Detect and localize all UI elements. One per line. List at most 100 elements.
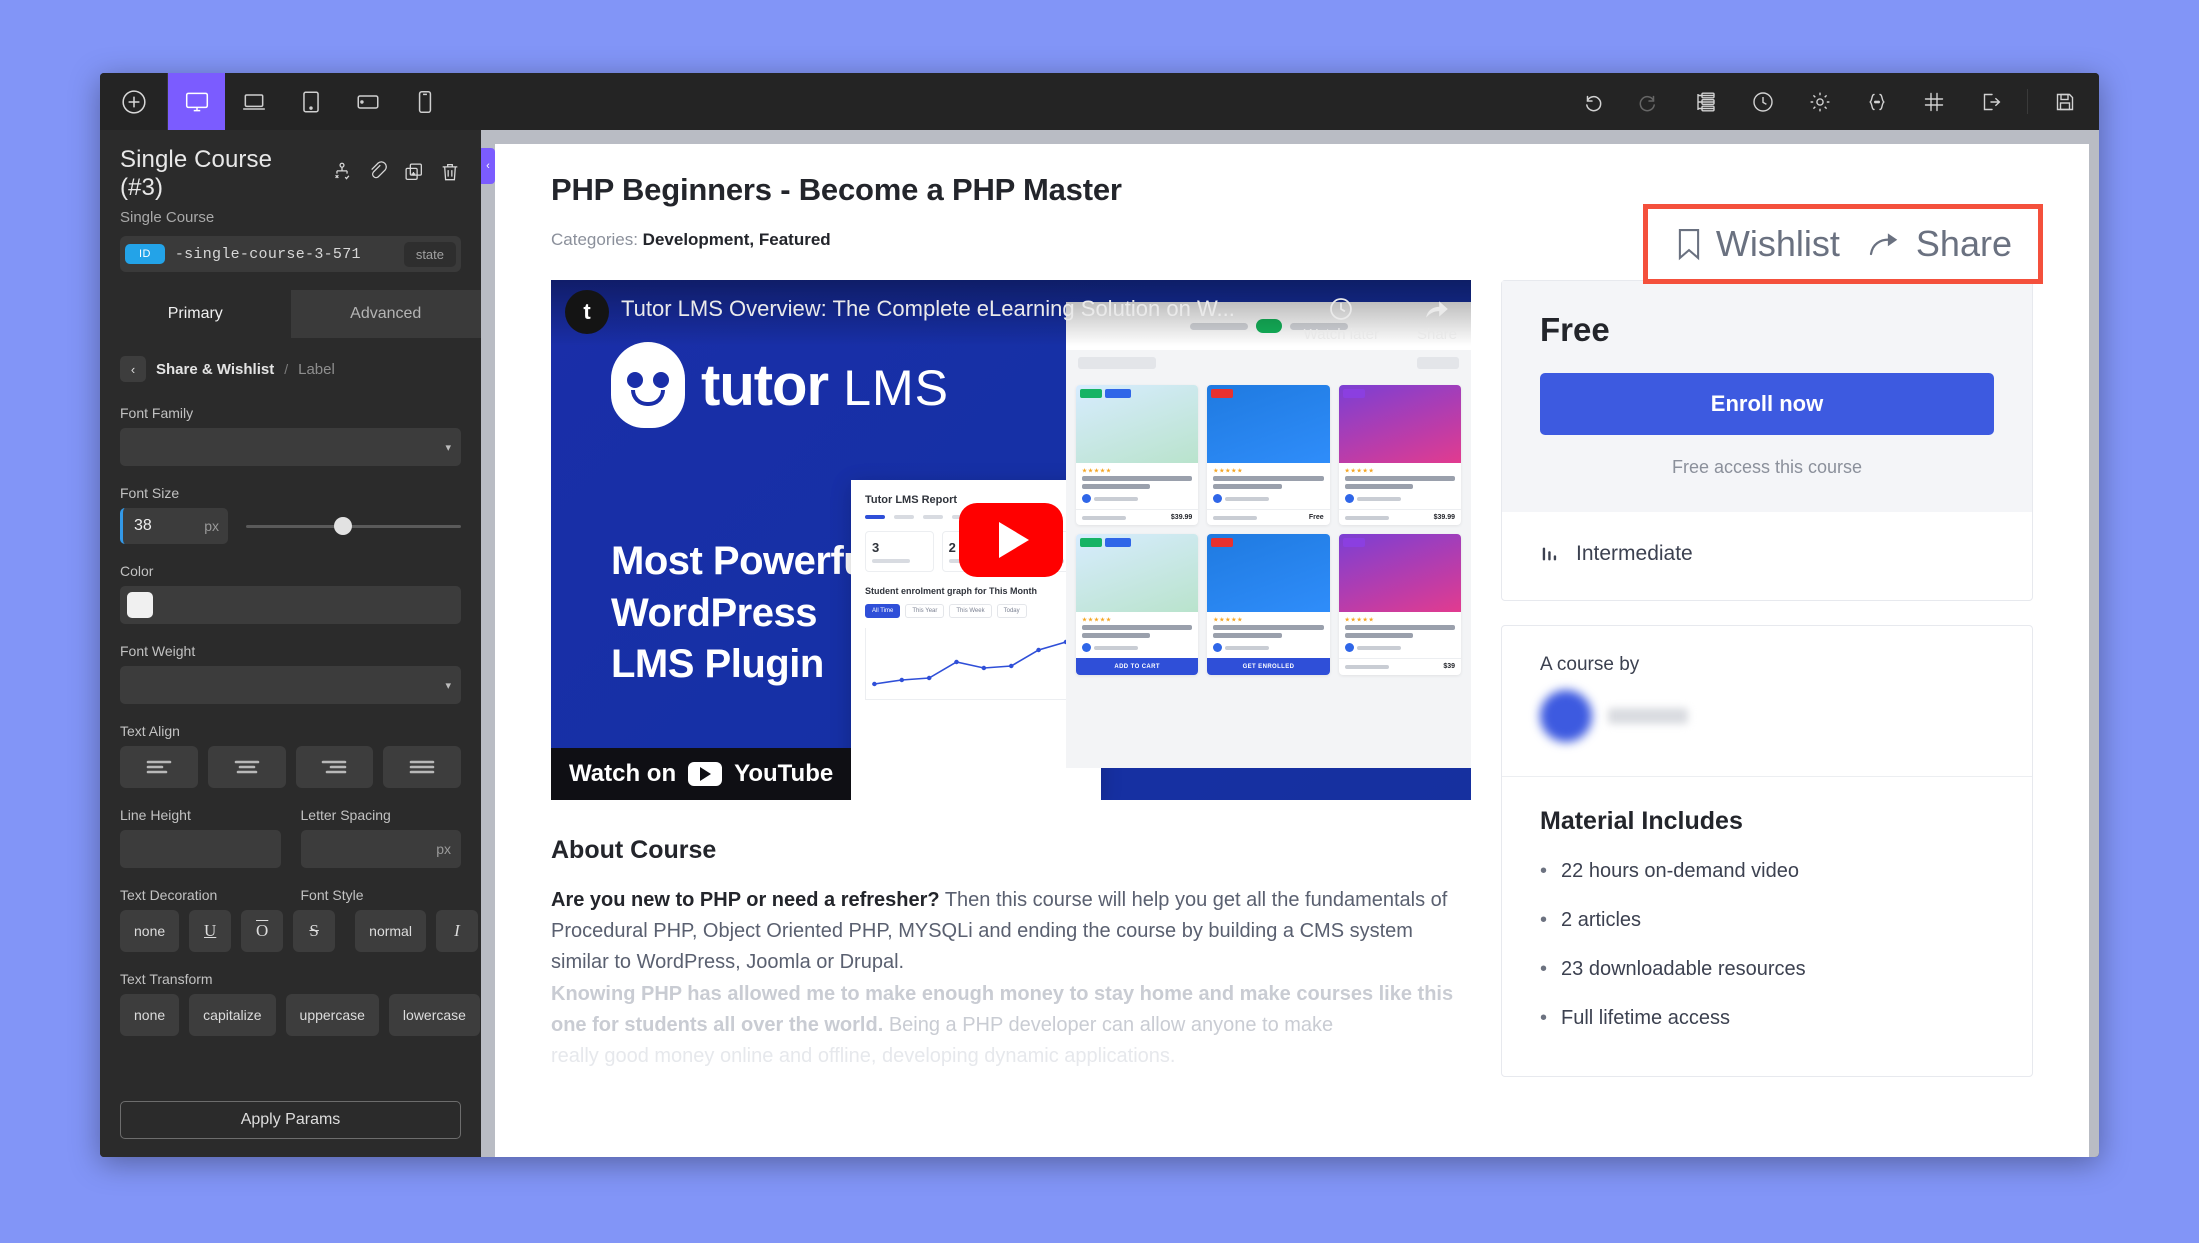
course-video-embed[interactable]: t Tutor LMS Overview: The Complete eLear… [551, 280, 1471, 800]
free-access-note: Free access this course [1671, 457, 1863, 477]
style-italic-button[interactable]: I [435, 910, 478, 952]
mock-course-card: GET ENROLLED [1207, 534, 1330, 675]
font-weight-label: Font Weight [120, 643, 196, 659]
slider-knob[interactable] [333, 517, 352, 535]
device-tablet-landscape-button[interactable] [339, 73, 396, 130]
chevron-down-icon: ▾ [445, 441, 451, 454]
apply-params-button[interactable]: Apply Params [120, 1101, 461, 1139]
text-align-group [120, 746, 461, 788]
chip-all-time[interactable]: All Time [865, 604, 901, 618]
font-family-label: Font Family [120, 405, 194, 421]
level-bars-icon [1542, 547, 1557, 561]
undo-icon[interactable] [1563, 73, 1620, 130]
mock-add-to-cart-button[interactable]: ADD TO CART [1076, 658, 1199, 675]
share-button[interactable]: Share [1868, 223, 2012, 265]
align-right-button[interactable] [295, 746, 374, 788]
device-mobile-button[interactable] [396, 73, 453, 130]
device-desktop-button[interactable] [168, 73, 225, 130]
watch-on-youtube-button[interactable]: Watch on YouTube [551, 748, 852, 800]
chip-this-week[interactable]: This Week [949, 604, 992, 618]
code-braces-icon[interactable] [1848, 73, 1905, 130]
decoration-overline-button[interactable]: O [241, 910, 284, 952]
clock-icon [1330, 298, 1353, 320]
instructor-material-card: A course by Material Includes • 22 hours… [1501, 625, 2033, 1077]
line-height-input[interactable] [120, 830, 281, 868]
decoration-none-button[interactable]: none [120, 910, 180, 952]
video-share-label: Share [1416, 326, 1457, 343]
state-chip[interactable]: state [403, 241, 456, 267]
mock-filterbar [1066, 350, 1471, 376]
mock-card-grid: $39.99 Free $39.99 ADD TO CART GET ENROL… [1066, 376, 1471, 684]
watch-on-label: Watch on [569, 760, 677, 787]
font-weight-select[interactable]: ▾ [120, 666, 461, 704]
element-id-field[interactable]: ID -single-course-3-571 state [120, 236, 461, 272]
settings-gear-icon[interactable] [1791, 73, 1848, 130]
canvas-area: ‹ PHP Beginners - Become a PHP Master Ca… [481, 130, 2099, 1157]
letter-spacing-input[interactable]: px [300, 830, 461, 868]
save-icon[interactable] [2036, 73, 2093, 130]
align-justify-button[interactable] [383, 746, 461, 788]
panel-footer: Apply Params [100, 1087, 481, 1157]
device-tablet-button[interactable] [282, 73, 339, 130]
align-left-button[interactable] [120, 746, 198, 788]
chip-this-year[interactable]: This Year [905, 604, 945, 618]
about-paragraph-1: Are you new to PHP or need a refresher? … [551, 885, 1471, 979]
font-size-slider[interactable] [246, 517, 461, 535]
transform-lowercase-button[interactable]: lowercase [388, 994, 480, 1036]
device-laptop-button[interactable] [225, 73, 282, 130]
share-arrow-icon [1869, 233, 1898, 256]
material-item-text: 22 hours on-demand video [1561, 860, 1799, 882]
panel-title-row: Single Course (#3) [120, 146, 461, 202]
mock-course-card: $39 [1338, 534, 1461, 675]
decoration-underline-button[interactable]: U [189, 910, 232, 952]
color-swatch[interactable] [127, 592, 153, 618]
duplicate-icon[interactable] [403, 161, 425, 188]
font-size-input[interactable]: 38 px [120, 508, 228, 544]
tab-advanced[interactable]: Advanced [291, 290, 482, 338]
delete-trash-icon[interactable] [439, 161, 461, 188]
breadcrumb-parent[interactable]: Share & Wishlist [156, 361, 274, 378]
wishlist-button[interactable]: Wishlist [1674, 223, 1840, 265]
share-label: Share [1915, 223, 2012, 264]
line-height-spacing-row: Line Height Letter Spacing px [120, 788, 461, 868]
panel-collapse-handle[interactable]: ‹ [481, 148, 495, 184]
material-item-text: 23 downloadable resources [1561, 958, 1806, 980]
material-includes-heading: Material Includes [1540, 807, 1743, 835]
font-size-label: Font Size [120, 485, 180, 501]
chevron-down-icon: ▾ [445, 679, 451, 692]
decoration-strikethrough-button[interactable]: S [293, 910, 336, 952]
align-center-button[interactable] [207, 746, 286, 788]
history-clock-icon[interactable] [1734, 73, 1791, 130]
link-icon[interactable] [367, 160, 389, 188]
slider-track [246, 524, 461, 528]
grid-hash-icon[interactable] [1905, 73, 1962, 130]
author-row[interactable] [1540, 690, 1994, 742]
categories-value[interactable]: Development, Featured [643, 230, 831, 249]
course-title: PHP Beginners - Become a PHP Master [551, 172, 1122, 207]
layers-icon[interactable] [1677, 73, 1734, 130]
about-paragraph-2: Knowing PHP has allowed me to make enoug… [551, 979, 1471, 1041]
add-element-button[interactable] [100, 73, 168, 130]
headline-line-3: LMS Plugin [611, 641, 824, 686]
video-share-button[interactable]: Share [1417, 296, 1457, 343]
enroll-now-button[interactable]: Enroll now [1540, 373, 1994, 435]
mock-get-enrolled-button[interactable]: GET ENROLLED [1207, 658, 1330, 675]
price-card: Free Enroll now Free access this course … [1501, 280, 2033, 601]
material-list: 22 hours on-demand video 2 articles 23 d… [1540, 860, 1994, 1030]
font-family-select[interactable]: ▾ [120, 428, 461, 466]
assign-user-icon[interactable] [331, 161, 353, 188]
transform-none-button[interactable]: none [120, 994, 180, 1036]
color-field[interactable] [120, 586, 461, 624]
tab-primary[interactable]: Primary [100, 290, 291, 338]
toolbar-divider [2027, 89, 2028, 114]
chip-today[interactable]: Today [996, 604, 1027, 618]
exit-icon[interactable] [1962, 73, 2019, 130]
youtube-play-button[interactable] [959, 503, 1063, 577]
transform-capitalize-button[interactable]: capitalize [189, 994, 276, 1036]
breadcrumb-back-icon[interactable]: ‹ [120, 356, 146, 382]
redo-icon[interactable] [1620, 73, 1677, 130]
watch-later-button[interactable]: Watch later [1304, 296, 1379, 343]
youtube-label: YouTube [734, 760, 834, 787]
transform-uppercase-button[interactable]: uppercase [285, 994, 379, 1036]
style-normal-button[interactable]: normal [355, 910, 426, 952]
